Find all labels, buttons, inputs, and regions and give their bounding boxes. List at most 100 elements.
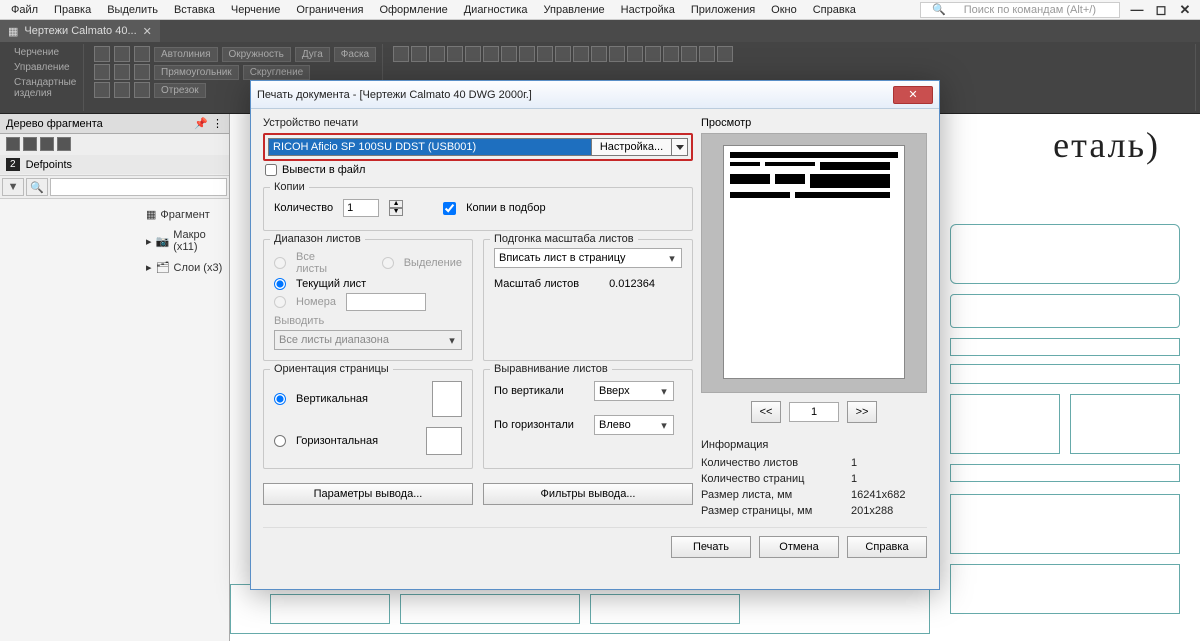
copies-input[interactable] — [343, 199, 379, 217]
tool-icon[interactable] — [94, 64, 110, 80]
tool-icon[interactable] — [447, 46, 463, 62]
tab-close-icon[interactable]: ✕ — [143, 25, 152, 38]
menu-constraints[interactable]: Ограничения — [289, 2, 370, 18]
tree-item-fragment[interactable]: ▦ Фрагмент — [140, 205, 229, 224]
menu-diag[interactable]: Диагностика — [457, 2, 535, 18]
portrait-icon — [432, 381, 462, 417]
tool-icon[interactable] — [627, 46, 643, 62]
circle-button[interactable]: Окружность — [222, 47, 291, 62]
tool-icon[interactable] — [519, 46, 535, 62]
menu-apps[interactable]: Приложения — [684, 2, 762, 18]
tool-icon[interactable] — [134, 46, 150, 62]
printer-dropdown-arrow[interactable] — [672, 138, 688, 156]
rect-button[interactable]: Прямоугольник — [154, 65, 239, 80]
to-file-checkbox[interactable] — [265, 164, 277, 176]
fillet-button[interactable]: Скругление — [243, 65, 311, 80]
tool-icon[interactable] — [94, 46, 110, 62]
menu-draw[interactable]: Черчение — [224, 2, 288, 18]
tree-tool-icon[interactable] — [40, 137, 54, 151]
menu-help[interactable]: Справка — [806, 2, 863, 18]
tool-icon[interactable] — [681, 46, 697, 62]
orient-horizontal-radio[interactable] — [274, 435, 286, 447]
tree-tool-icon[interactable] — [57, 137, 71, 151]
ribbon-manage[interactable]: Управление — [10, 61, 77, 74]
command-search[interactable]: 🔍 Поиск по командам (Alt+/) — [920, 2, 1120, 18]
preview-page-number[interactable]: 1 — [789, 402, 839, 422]
menu-insert[interactable]: Вставка — [167, 2, 222, 18]
tree-tool-icon[interactable] — [6, 137, 20, 151]
tool-icon[interactable] — [537, 46, 553, 62]
tool-icon[interactable] — [94, 82, 110, 98]
autoline-button[interactable]: Автолиния — [154, 47, 218, 62]
print-button[interactable]: Печать — [671, 536, 751, 558]
menu-select[interactable]: Выделить — [100, 2, 165, 18]
tool-icon[interactable] — [483, 46, 499, 62]
tree-search-icon[interactable]: 🔍 — [26, 178, 48, 196]
tool-icon[interactable] — [699, 46, 715, 62]
tree-search-input[interactable] — [50, 178, 227, 196]
tool-icon[interactable] — [501, 46, 517, 62]
tool-icon[interactable] — [134, 64, 150, 80]
maximize-button[interactable]: ◻ — [1150, 2, 1172, 18]
tool-icon[interactable] — [609, 46, 625, 62]
printer-dropdown[interactable]: RICOH Aficio SP 100SU DDST (USB001) — [268, 138, 592, 156]
chamfer-button[interactable]: Фаска — [334, 47, 376, 62]
align-h-combo[interactable]: Влево▾ — [594, 415, 674, 435]
output-filters-button[interactable]: Фильтры вывода... — [483, 483, 693, 505]
preview-prev-button[interactable]: << — [751, 401, 781, 423]
expand-icon[interactable]: ▸ — [146, 261, 152, 274]
tool-icon[interactable] — [411, 46, 427, 62]
layer-row[interactable]: 2 Defpoints — [0, 155, 229, 175]
minimize-button[interactable]: — — [1126, 2, 1148, 18]
dialog-title: Печать документа - [Чертежи Calmato 40 D… — [257, 89, 532, 101]
copies-spinner[interactable]: ▲▼ — [389, 200, 403, 216]
tool-icon[interactable] — [717, 46, 733, 62]
tool-icon[interactable] — [134, 82, 150, 98]
help-button[interactable]: Справка — [847, 536, 927, 558]
output-params-button[interactable]: Параметры вывода... — [263, 483, 473, 505]
tool-icon[interactable] — [114, 82, 130, 98]
align-v-combo[interactable]: Вверх▾ — [594, 381, 674, 401]
tree-item-layers[interactable]: ▸ 🗂 Слои (x3) — [140, 258, 229, 277]
tree-item-label: Фрагмент — [160, 209, 209, 221]
tool-icon[interactable] — [663, 46, 679, 62]
ribbon-drawing[interactable]: Черчение — [10, 46, 77, 59]
tool-icon[interactable] — [645, 46, 661, 62]
fit-combo[interactable]: Вписать лист в страницу▾ — [494, 248, 682, 268]
menu-window[interactable]: Окно — [764, 2, 804, 18]
tool-icon[interactable] — [465, 46, 481, 62]
fit-combo-value: Вписать лист в страницу — [499, 252, 626, 264]
document-tab[interactable]: ▦ Чертежи Calmato 40... ✕ — [0, 20, 160, 42]
cancel-button[interactable]: Отмена — [759, 536, 839, 558]
tool-icon[interactable] — [573, 46, 589, 62]
tool-icon[interactable] — [429, 46, 445, 62]
tool-icon[interactable] — [393, 46, 409, 62]
menu-file[interactable]: Файл — [4, 2, 45, 18]
close-button[interactable]: ✕ — [1174, 2, 1196, 18]
orient-h-label: Горизонтальная — [296, 435, 378, 447]
tree-tool-icon[interactable] — [23, 137, 37, 151]
expand-icon[interactable]: ▸ — [146, 235, 152, 248]
tool-icon[interactable] — [114, 46, 130, 62]
printer-setup-button[interactable]: Настройка... — [592, 138, 672, 156]
range-current-radio[interactable] — [274, 278, 286, 290]
tool-icon[interactable] — [591, 46, 607, 62]
preview-next-button[interactable]: >> — [847, 401, 877, 423]
menu-edit[interactable]: Правка — [47, 2, 98, 18]
dialog-titlebar[interactable]: Печать документа - [Чертежи Calmato 40 D… — [251, 81, 939, 109]
panel-pin-icon[interactable]: 📌 — [194, 117, 208, 130]
segment-button[interactable]: Отрезок — [154, 83, 206, 98]
menu-manage[interactable]: Управление — [537, 2, 612, 18]
orient-vertical-radio[interactable] — [274, 393, 286, 405]
menu-format[interactable]: Оформление — [372, 2, 454, 18]
menu-settings[interactable]: Настройка — [614, 2, 682, 18]
tree-filter-button[interactable]: ▼ — [2, 178, 24, 196]
panel-menu-icon[interactable]: ⋮ — [212, 117, 223, 130]
tree-item-macro[interactable]: ▸ 📷 Макро (x11) — [140, 226, 229, 256]
dialog-close-button[interactable]: ✕ — [893, 86, 933, 104]
arc-button[interactable]: Дуга — [295, 47, 330, 62]
ribbon-std[interactable]: Стандартные изделия — [10, 76, 77, 100]
collate-checkbox[interactable] — [443, 202, 456, 215]
tool-icon[interactable] — [114, 64, 130, 80]
tool-icon[interactable] — [555, 46, 571, 62]
